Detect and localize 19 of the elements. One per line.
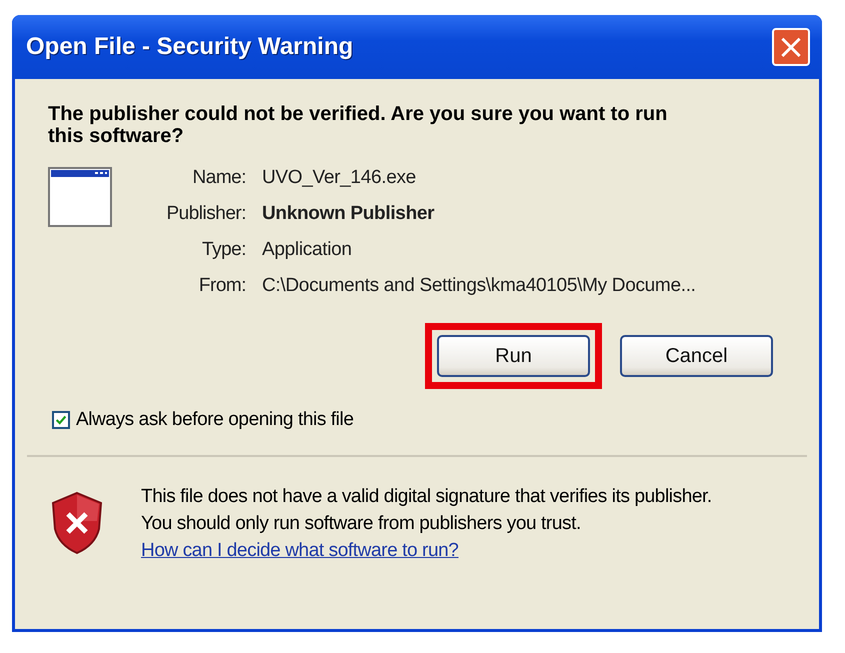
field-value: UVO_Ver_146.exe — [262, 167, 417, 189]
close-button[interactable]: × — [772, 28, 810, 66]
help-link[interactable]: How can I decide what software to run? — [141, 540, 458, 561]
field-label: Publisher: — [166, 203, 246, 225]
application-window-icon — [48, 167, 112, 227]
checkbox[interactable] — [52, 411, 70, 429]
field-label: Type: — [201, 239, 246, 261]
checkbox-label: Always ask before opening this file — [76, 409, 354, 431]
field-value: Unknown Publisher — [262, 203, 436, 225]
field-label: From: — [198, 275, 246, 297]
run-button[interactable]: Run — [437, 335, 590, 377]
field-value: C:\Documents and Settings\kma40105\My Docume... — [262, 275, 696, 297]
shield-error-icon — [51, 491, 103, 555]
warning-heading: The publisher could not be verified. Are you sure you want to run this software? — [48, 103, 668, 147]
cancel-button[interactable]: Cancel — [620, 335, 773, 377]
field-label: Name: — [192, 167, 246, 189]
window-title: Open File - Security Warning — [26, 33, 354, 61]
warning-text: This file does not have a valid digital signature that verifies its publisher. You should only run software from publishers you trust. — [141, 485, 713, 536]
field-value: Application — [262, 239, 353, 261]
